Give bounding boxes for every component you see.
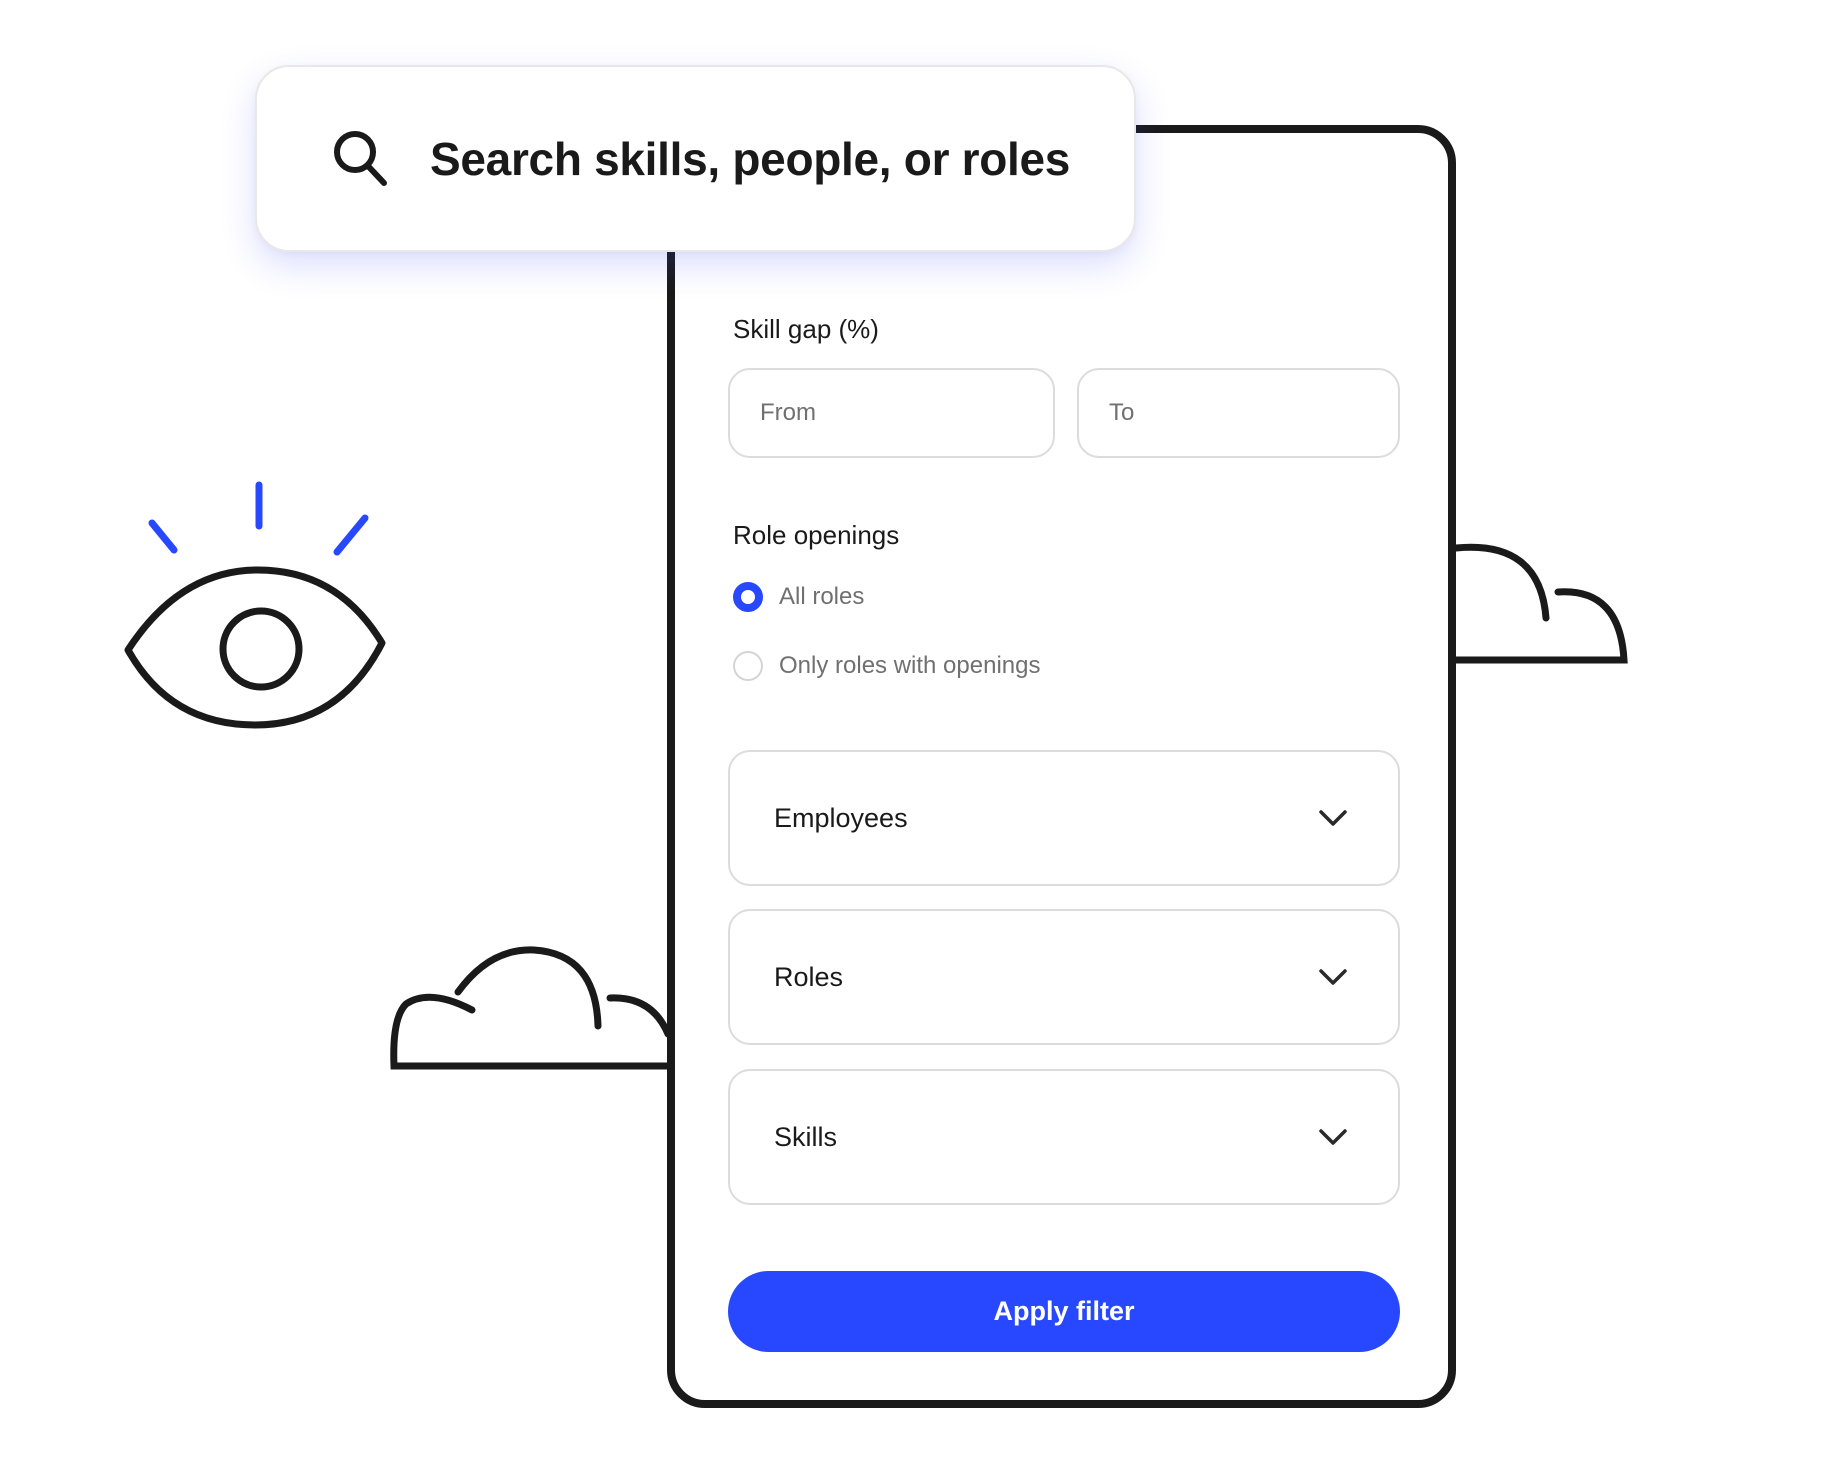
radio-only-roles-with-openings[interactable]: Only roles with openings <box>733 651 1040 681</box>
radio-button-checked[interactable] <box>733 582 763 612</box>
employees-dropdown[interactable]: Employees <box>728 750 1400 886</box>
skill-gap-label: Skill gap (%) <box>733 314 879 344</box>
apply-filter-button[interactable]: Apply filter <box>728 1271 1400 1352</box>
search-icon <box>334 130 387 186</box>
eye-ray-left <box>148 519 178 554</box>
eye-pupil <box>219 607 303 691</box>
chevron-down-icon <box>1319 1129 1347 1145</box>
eye-outline <box>124 566 386 729</box>
search-bar[interactable]: Search skills, people, or roles <box>255 65 1136 252</box>
skill-gap-to-placeholder: To <box>1109 399 1135 426</box>
cloud-icon-right <box>1452 543 1628 664</box>
eye-ray-right <box>333 514 369 556</box>
employees-dropdown-label: Employees <box>774 802 908 833</box>
skills-dropdown[interactable]: Skills <box>728 1069 1400 1205</box>
search-input[interactable]: Search skills, people, or roles <box>430 132 1070 186</box>
skill-gap-from-placeholder: From <box>760 399 816 426</box>
radio-all-roles-label: All roles <box>779 583 865 610</box>
radio-button-unchecked[interactable] <box>733 651 763 681</box>
radio-only-roles-label: Only roles with openings <box>779 652 1041 679</box>
cloud-icon-left <box>390 946 672 1070</box>
skills-dropdown-label: Skills <box>774 1121 838 1152</box>
role-openings-label: Role openings <box>733 520 900 550</box>
roles-dropdown[interactable]: Roles <box>728 909 1400 1045</box>
radio-all-roles[interactable]: All roles <box>733 582 864 612</box>
skill-gap-to-input[interactable]: To <box>1077 368 1400 458</box>
skill-gap-from-input[interactable]: From <box>728 368 1055 458</box>
chevron-down-icon <box>1319 969 1347 985</box>
chevron-down-icon <box>1319 810 1347 826</box>
roles-dropdown-label: Roles <box>774 961 844 992</box>
